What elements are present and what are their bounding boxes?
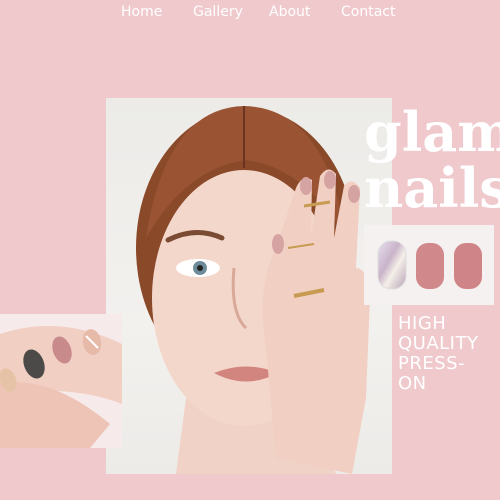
nav-gallery-link[interactable]: Gallery [193, 0, 243, 24]
tagline-line: QUALITY [398, 333, 479, 354]
brand-title-line2: nails [364, 156, 500, 220]
hands-photo [0, 314, 122, 448]
nail-swatches-illustration [377, 240, 482, 290]
nav-home-link[interactable]: Home [121, 0, 162, 24]
nav-about-link[interactable]: About [269, 0, 310, 24]
tagline-line: HIGH [398, 313, 447, 334]
tagline: HIGH QUALITY PRESS- ON [398, 314, 478, 394]
model-illustration [136, 106, 370, 474]
brand-title-line1: glam [364, 100, 500, 164]
model-photo [106, 98, 392, 474]
tagline-line: PRESS- [398, 353, 466, 374]
nail-swatches [364, 225, 494, 305]
main-nav: Home Gallery About Contact [0, 0, 500, 24]
hands-illustration [0, 314, 122, 448]
brand-title: glam nails [364, 104, 500, 216]
tagline-line: ON [398, 373, 427, 394]
nav-contact-link[interactable]: Contact [341, 0, 395, 24]
